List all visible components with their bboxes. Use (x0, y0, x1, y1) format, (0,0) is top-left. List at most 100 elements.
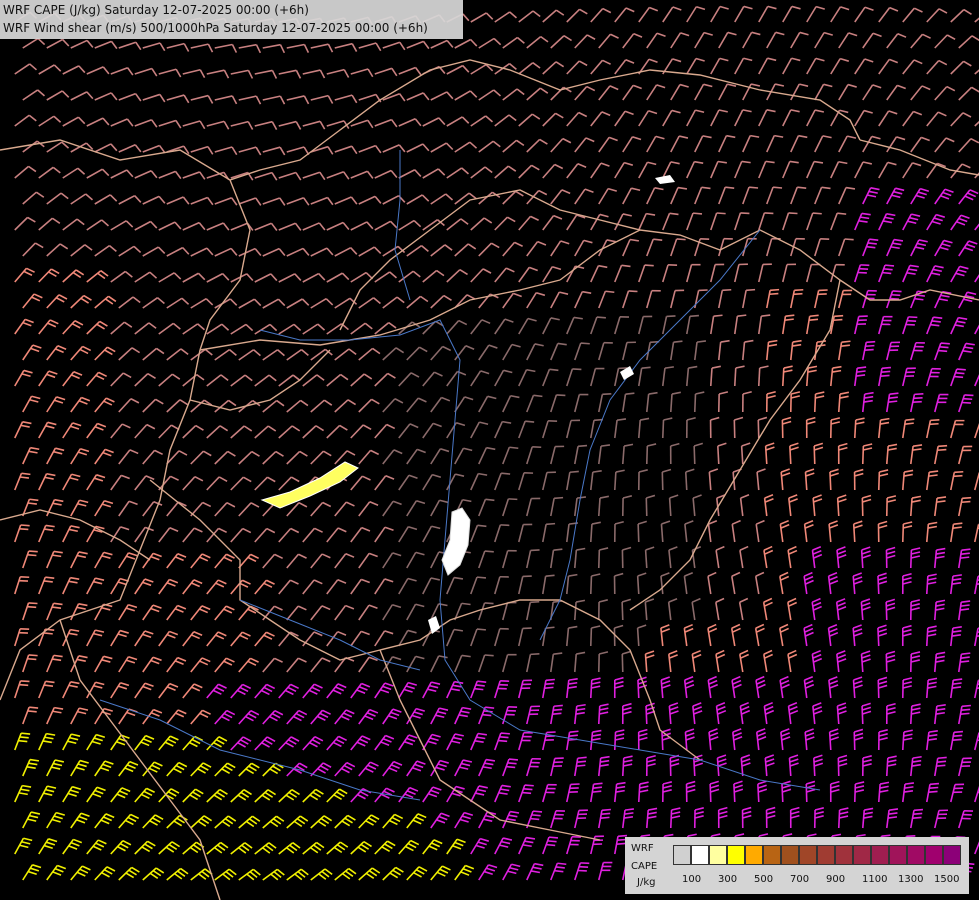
wind-barb (828, 731, 832, 751)
wind-barb (909, 705, 913, 725)
wind-barb-feather (676, 238, 686, 241)
wind-barb-feather (641, 366, 651, 370)
wind-barb (621, 601, 624, 621)
wind-barb-feather (569, 730, 579, 734)
wind-barb-feather (844, 238, 854, 241)
wind-barb-feather (580, 342, 590, 345)
wind-barb (636, 575, 640, 595)
wind-barb (621, 757, 625, 777)
wind-barb-feather (477, 680, 487, 683)
wind-barb-feather (936, 764, 946, 767)
wind-barb-feather (913, 808, 924, 812)
wind-barb-feather (507, 762, 517, 765)
wind-barb-feather (961, 401, 971, 404)
wind-barb (645, 705, 648, 725)
legend-swatch (691, 845, 709, 865)
wind-barb-feather (840, 344, 850, 347)
wind-barb-feather (938, 444, 948, 448)
wind-barb-feather (953, 678, 963, 681)
wind-barb (781, 367, 785, 387)
wind-barb-feather (522, 791, 532, 795)
wind-barb-feather (940, 342, 950, 345)
wind-barb-feather (883, 268, 893, 271)
wind-barb-feather (964, 394, 974, 397)
wind-barb-feather (533, 394, 543, 398)
wind-barb-feather (45, 680, 55, 684)
cape-legend: WRF CAPE J/kg 100 300 500 700 900 1100 1300 150… (625, 837, 969, 894)
wind-barb-feather (809, 314, 819, 318)
wind-barb-feather (530, 653, 540, 656)
legend-swatch (943, 845, 961, 865)
wind-barb-feather (904, 422, 914, 425)
wind-barb-feather (576, 760, 587, 763)
wind-barb-feather (955, 372, 965, 375)
wind-barb-feather (737, 314, 747, 317)
wind-barb-feather (961, 708, 971, 712)
wind-barb (860, 549, 864, 569)
wind-barb-feather (27, 605, 37, 609)
wind-barb-feather (716, 212, 726, 215)
wind-barb-feather (952, 526, 962, 529)
wind-barb-feather (821, 186, 831, 190)
wind-barb-feather (508, 758, 519, 761)
wind-barb-feather (19, 736, 29, 739)
wind-barb-feather (761, 314, 771, 317)
wind-barb-feather (740, 212, 750, 215)
wind-barb-feather (523, 788, 533, 791)
wind-barb-feather (960, 552, 970, 555)
wind-barb-feather (961, 500, 971, 504)
wind-barb-feather (930, 419, 940, 422)
wind-barb-feather (892, 290, 902, 293)
wind-barb-feather (793, 292, 803, 296)
legend-swatch (673, 845, 691, 865)
wind-barb-feather (549, 368, 559, 372)
wind-barb-feather (960, 660, 970, 663)
wind-barb-feather (501, 472, 511, 475)
wind-barb-feather (882, 271, 892, 275)
wind-barb (757, 419, 760, 439)
wind-barb-feather (785, 314, 795, 317)
wind-barb-feather (554, 869, 564, 873)
wind-barb-feather (19, 527, 29, 531)
wind-barb-feather (833, 318, 843, 322)
wind-barb (813, 393, 817, 413)
wind-barb-feather (960, 604, 970, 607)
wind-barb-feather (27, 710, 37, 713)
wind-barb-feather (628, 290, 638, 293)
wind-barb-feather (29, 498, 39, 502)
wind-barb-feather (625, 392, 635, 395)
wind-barb-feather (749, 186, 759, 189)
wind-barb-feather (808, 318, 819, 321)
wind-barb (853, 419, 857, 439)
wind-barb-feather (939, 346, 949, 349)
wind-barb (813, 757, 816, 777)
wind-barb-feather (45, 576, 55, 580)
wind-barb-feather (476, 576, 487, 579)
wind-barb-feather (857, 366, 867, 369)
legend-label-unit: J/kg (637, 877, 656, 888)
wind-barb-feather (577, 756, 587, 760)
wind-barb-feather (43, 632, 53, 635)
wind-barb-feather (498, 739, 508, 743)
legend-swatch (781, 845, 799, 865)
wind-barb-feather (605, 290, 615, 294)
wind-barb-feather (477, 524, 487, 528)
wind-barb-feather (546, 522, 556, 526)
wind-barb-feather (952, 738, 962, 741)
wind-barb-feather (532, 810, 543, 813)
wind-barb-feather (929, 786, 939, 790)
wind-barb-feather (500, 732, 510, 735)
wind-barb-feather (914, 393, 924, 396)
wind-barb-feather (21, 472, 31, 476)
wind-barb (877, 627, 880, 647)
title-wind-shear: WRF Wind shear (m/s) 500/1000hPa Saturda… (3, 21, 428, 35)
wind-barb-feather (929, 422, 939, 426)
wind-barb (709, 783, 712, 803)
wind-barb-feather (544, 686, 554, 689)
wind-barb (861, 445, 865, 465)
wind-barb (661, 419, 665, 439)
wind-barb-feather (773, 186, 783, 189)
wind-barb (813, 445, 816, 465)
wind-barb-feather (930, 323, 940, 327)
wind-barb-feather (484, 654, 494, 657)
